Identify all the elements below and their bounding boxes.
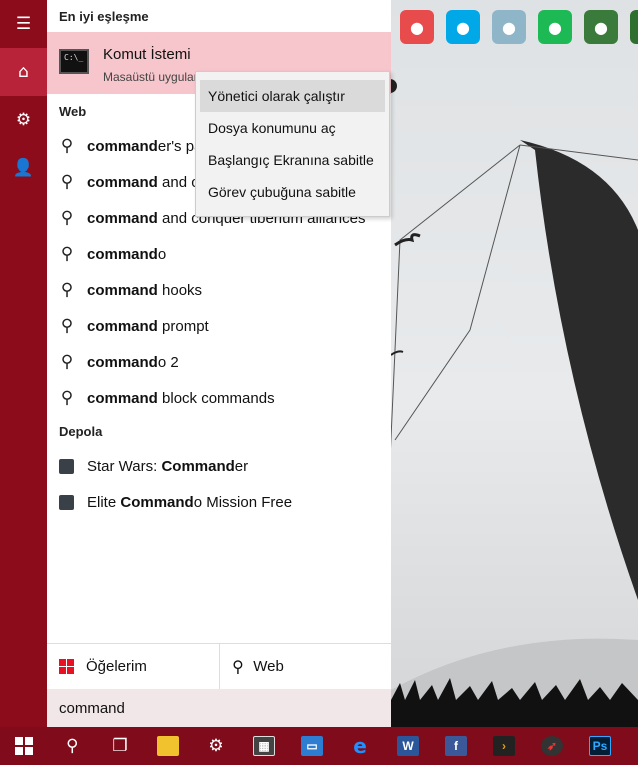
store-result-item[interactable]: Elite Commando Mission Free	[47, 484, 391, 520]
result-text: commando 2	[87, 353, 179, 371]
search-input[interactable]: command	[47, 689, 391, 727]
search-filter-tabs: Öğelerim ⚲ Web	[47, 643, 391, 689]
skype-icon[interactable]: ●	[446, 10, 480, 44]
taskbar: ⚲ ❐ ⚙ ▦ ▭ e W f › ➶ Ps	[0, 727, 638, 765]
context-menu-item[interactable]: Yönetici olarak çalıştır	[200, 80, 385, 112]
search-icon: ⚲	[60, 316, 74, 336]
search-icon: ⚲	[60, 280, 74, 300]
windows-logo-icon	[59, 659, 74, 674]
tab-web-label: Web	[253, 658, 284, 675]
app-thumbnail-icon	[59, 494, 74, 510]
calculator-icon[interactable]: ▦	[240, 727, 288, 765]
start-sidebar: ☰ ⌂ ⚙ 👤	[0, 0, 47, 727]
context-menu: Yönetici olarak çalıştır Dosya konumunu a…	[195, 71, 390, 217]
notepad-icon[interactable]: ●	[492, 10, 526, 44]
search-icon: ⚲	[60, 388, 74, 408]
plex-icon[interactable]: ›	[480, 727, 528, 765]
app-thumbnail-icon	[59, 458, 74, 474]
settings-icon[interactable]: ⚙	[192, 727, 240, 765]
web-result-item[interactable]: ⚲ command hooks	[47, 272, 391, 308]
edge-icon[interactable]: e	[336, 727, 384, 765]
globe-app-icon[interactable]: ●	[584, 10, 618, 44]
tab-my-stuff[interactable]: Öğelerim	[47, 644, 219, 689]
context-menu-item[interactable]: Görev çubuğuna sabitle	[196, 176, 389, 208]
tab-web[interactable]: ⚲ Web	[218, 644, 392, 689]
web-result-item[interactable]: ⚲ commando	[47, 236, 391, 272]
search-icon: ⚲	[60, 172, 74, 192]
photoshop-icon[interactable]: Ps	[576, 727, 624, 765]
rocket-icon[interactable]: ➶	[528, 727, 576, 765]
result-text: commando	[87, 245, 167, 263]
result-text: command prompt	[87, 317, 209, 335]
search-icon: ⚲	[60, 208, 74, 228]
tab-my-stuff-label: Öğelerim	[86, 658, 147, 675]
result-text: command hooks	[87, 281, 203, 299]
result-text: Elite Commando Mission Free	[87, 493, 293, 511]
best-match-heading: En iyi eşleşme	[59, 9, 149, 24]
search-icon[interactable]: ⚲	[48, 727, 96, 765]
photoshop-label: Ps	[589, 736, 611, 756]
result-text: command block commands	[87, 389, 275, 407]
store-heading: Depola	[59, 424, 103, 439]
gear-icon[interactable]: ⚙	[0, 96, 47, 144]
windows-start-icon[interactable]	[0, 727, 48, 765]
hamburger-icon[interactable]: ☰	[0, 0, 47, 48]
facebook-label: f	[445, 736, 467, 756]
command-prompt-icon: C:\_	[59, 49, 89, 74]
spotify-icon[interactable]: ●	[538, 10, 572, 44]
search-icon: ⚲	[60, 136, 74, 156]
result-text: commander's pa	[87, 137, 203, 155]
web-result-item[interactable]: ⚲ command block commands	[47, 380, 391, 416]
result-text: Star Wars: Commander	[87, 457, 249, 475]
search-icon: ⚲	[60, 244, 74, 264]
result-text: command and c	[87, 173, 199, 191]
web-result-item[interactable]: ⚲ commando 2	[47, 344, 391, 380]
home-icon[interactable]: ⌂	[0, 48, 47, 96]
web-heading: Web	[59, 104, 87, 119]
file-explorer-icon[interactable]	[144, 727, 192, 765]
search-icon: ⚲	[60, 352, 74, 372]
facebook-icon[interactable]: f	[432, 727, 480, 765]
word-label: W	[397, 736, 419, 756]
store-result-item[interactable]: Star Wars: Commander	[47, 448, 391, 484]
context-menu-item[interactable]: Dosya konumunu aç	[196, 112, 389, 144]
task-view-icon[interactable]: ❐	[96, 727, 144, 765]
web-result-item[interactable]: ⚲ command prompt	[47, 308, 391, 344]
context-menu-item[interactable]: Başlangıç Ekranına sabitle	[196, 144, 389, 176]
remote-desktop-icon[interactable]: ▭	[288, 727, 336, 765]
user-feedback-icon[interactable]: 👤	[0, 144, 47, 192]
eraser-app-icon[interactable]: ●	[400, 10, 434, 44]
word-icon[interactable]: W	[384, 727, 432, 765]
best-match-title: Komut İstemi	[103, 46, 191, 63]
search-icon: ⚲	[231, 657, 244, 676]
app-icon[interactable]: ●	[630, 10, 638, 44]
